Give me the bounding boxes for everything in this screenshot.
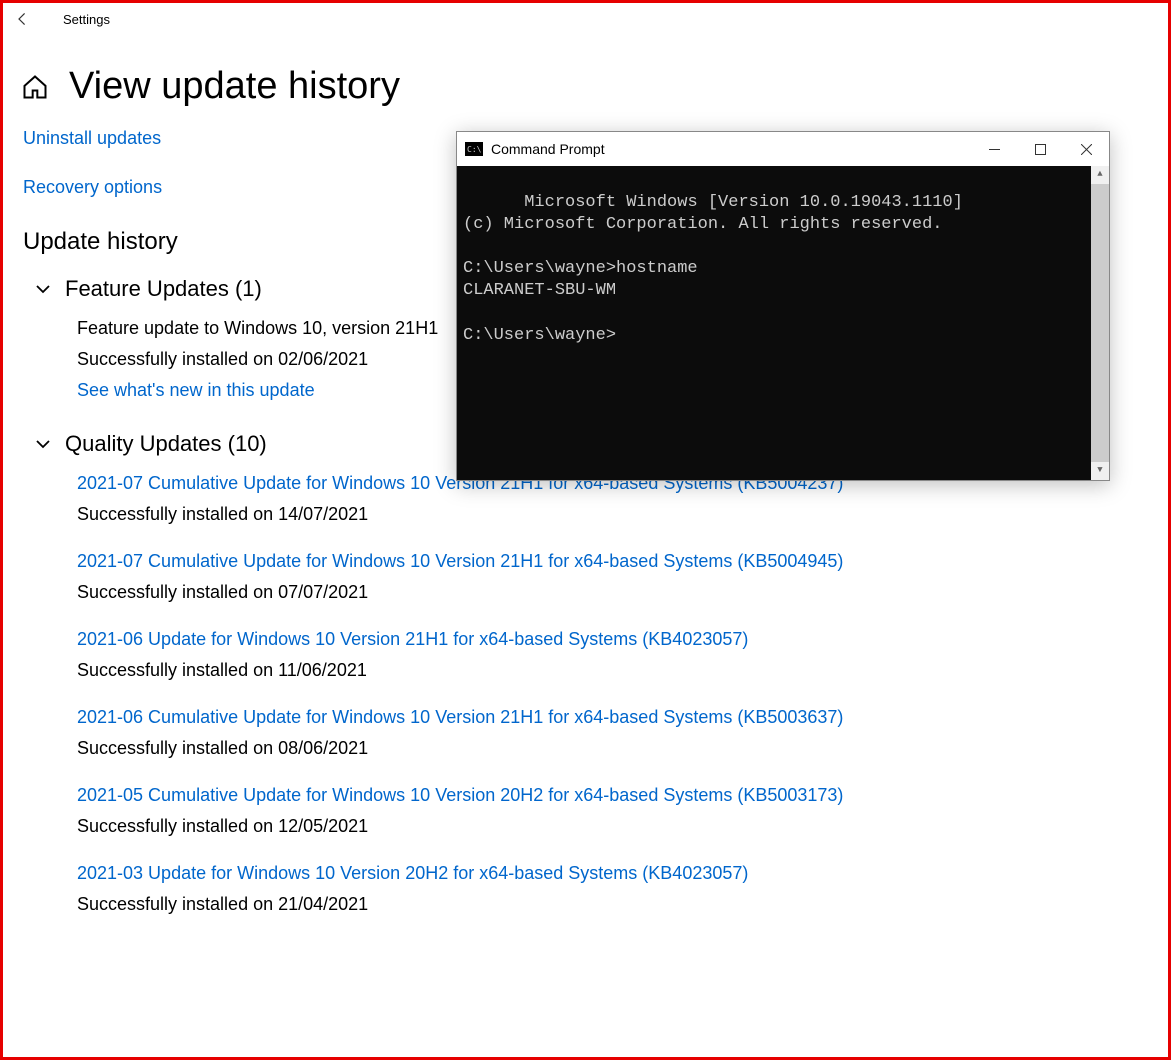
quality-updates-items: 2021-07 Cumulative Update for Windows 10… bbox=[33, 473, 1168, 915]
cmd-window-controls bbox=[971, 132, 1109, 166]
update-status: Successfully installed on 08/06/2021 bbox=[77, 738, 1168, 759]
cmd-icon: C:\ bbox=[465, 142, 483, 156]
update-title-link[interactable]: 2021-06 Update for Windows 10 Version 21… bbox=[77, 629, 1168, 650]
cmd-output: Microsoft Windows [Version 10.0.19043.11… bbox=[463, 193, 963, 345]
page-header: View update history bbox=[3, 35, 1168, 128]
scroll-down-icon[interactable]: ▼ bbox=[1091, 462, 1109, 480]
cmd-terminal-body[interactable]: Microsoft Windows [Version 10.0.19043.11… bbox=[457, 166, 1109, 480]
update-status: Successfully installed on 11/06/2021 bbox=[77, 660, 1168, 681]
chevron-down-icon bbox=[33, 434, 53, 454]
update-entry: 2021-03 Update for Windows 10 Version 20… bbox=[77, 863, 1168, 915]
update-entry: 2021-05 Cumulative Update for Windows 10… bbox=[77, 785, 1168, 837]
command-prompt-window[interactable]: C:\ Command Prompt Microsoft Windows [Ve… bbox=[456, 131, 1110, 481]
quality-updates-header-label: Quality Updates (10) bbox=[65, 431, 267, 457]
minimize-button[interactable] bbox=[971, 132, 1017, 166]
update-title-link[interactable]: 2021-07 Cumulative Update for Windows 10… bbox=[77, 551, 1168, 572]
update-status: Successfully installed on 07/07/2021 bbox=[77, 582, 1168, 603]
update-status: Successfully installed on 14/07/2021 bbox=[77, 504, 1168, 525]
scroll-thumb[interactable] bbox=[1091, 184, 1109, 462]
update-entry: 2021-06 Cumulative Update for Windows 10… bbox=[77, 707, 1168, 759]
cmd-titlebar[interactable]: C:\ Command Prompt bbox=[457, 132, 1109, 166]
update-status: Successfully installed on 21/04/2021 bbox=[77, 894, 1168, 915]
close-button[interactable] bbox=[1063, 132, 1109, 166]
page-title: View update history bbox=[69, 65, 400, 108]
quality-updates-group: Quality Updates (10) 2021-07 Cumulative … bbox=[23, 431, 1168, 915]
update-entry: 2021-07 Cumulative Update for Windows 10… bbox=[77, 551, 1168, 603]
maximize-button[interactable] bbox=[1017, 132, 1063, 166]
scroll-up-icon[interactable]: ▲ bbox=[1091, 166, 1109, 184]
cmd-title-left: C:\ Command Prompt bbox=[465, 141, 605, 157]
update-entry: 2021-06 Update for Windows 10 Version 21… bbox=[77, 629, 1168, 681]
update-status: Successfully installed on 12/05/2021 bbox=[77, 816, 1168, 837]
window-titlebar: Settings bbox=[3, 3, 1168, 35]
back-button[interactable] bbox=[13, 9, 33, 29]
cmd-window-title: Command Prompt bbox=[491, 141, 605, 157]
update-title-link[interactable]: 2021-06 Cumulative Update for Windows 10… bbox=[77, 707, 1168, 728]
chevron-down-icon bbox=[33, 279, 53, 299]
update-title-link[interactable]: 2021-05 Cumulative Update for Windows 10… bbox=[77, 785, 1168, 806]
feature-updates-header-label: Feature Updates (1) bbox=[65, 276, 262, 302]
settings-app: Settings View update history Uninstall u… bbox=[3, 3, 1168, 1057]
window-title: Settings bbox=[63, 12, 110, 27]
cmd-scrollbar[interactable]: ▲ ▼ bbox=[1091, 166, 1109, 480]
update-title-link[interactable]: 2021-03 Update for Windows 10 Version 20… bbox=[77, 863, 1168, 884]
home-icon[interactable] bbox=[21, 73, 49, 101]
